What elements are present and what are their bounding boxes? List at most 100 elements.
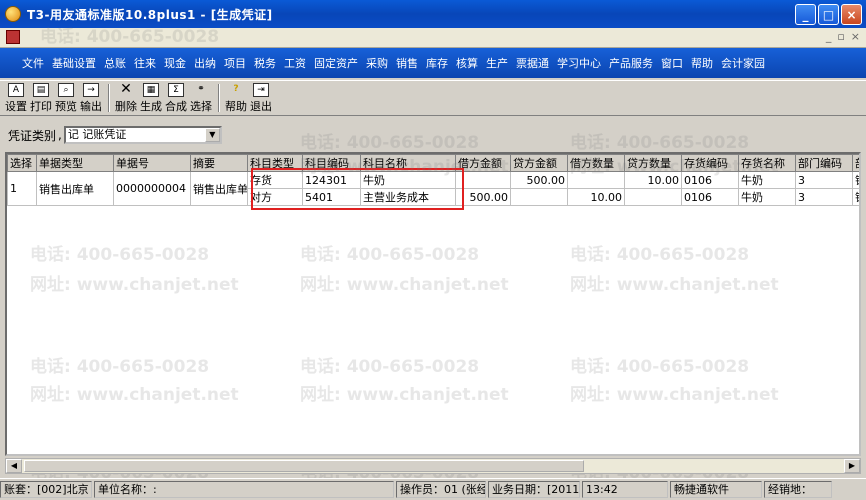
- delete-icon: ✕: [120, 81, 132, 97]
- col-header-dept-code[interactable]: 部门编码: [795, 154, 853, 172]
- printer-icon: ▤: [33, 83, 49, 97]
- col-header-inv-code[interactable]: 存货编码: [681, 154, 739, 172]
- scroll-thumb[interactable]: [24, 460, 584, 472]
- cell-inv-code[interactable]: 0106: [681, 171, 739, 189]
- grid-header-row: 选择 单据类型 单据号 摘要 科目类型 科目编码 科目名称 借方金额 贷方金额 …: [7, 154, 859, 172]
- cell-credit[interactable]: [510, 188, 568, 206]
- voucher-type-label: 凭证类别: [8, 128, 57, 143]
- menu-project[interactable]: 项目: [220, 55, 250, 71]
- menu-help[interactable]: 帮助: [687, 55, 717, 71]
- menu-general-ledger[interactable]: 总账: [100, 55, 130, 71]
- menu-purchase[interactable]: 采购: [362, 55, 392, 71]
- preview-button[interactable]: ⌕ 预览: [54, 82, 78, 114]
- cell-select[interactable]: 1: [7, 171, 37, 206]
- col-header-credit[interactable]: 贷方金额: [510, 154, 568, 172]
- help-label: 帮助: [225, 100, 247, 113]
- horizontal-scrollbar[interactable]: ◀ ▶: [5, 458, 861, 474]
- cell-subject-name[interactable]: 牛奶: [360, 171, 456, 189]
- help-button[interactable]: ? 帮助: [224, 82, 248, 114]
- menu-fixed-assets[interactable]: 固定资产: [310, 55, 362, 71]
- export-button[interactable]: → 输出: [79, 82, 103, 114]
- cell-inv-name[interactable]: 牛奶: [738, 171, 796, 189]
- merge-button[interactable]: Σ 合成: [164, 82, 188, 114]
- menu-payroll[interactable]: 工资: [280, 55, 310, 71]
- cell-doc-type[interactable]: 销售出库单: [36, 171, 114, 206]
- delete-button[interactable]: ✕ 删除: [114, 82, 138, 114]
- mdi-restore-icon[interactable]: ▫: [837, 30, 844, 43]
- menu-cash[interactable]: 现金: [160, 55, 190, 71]
- col-header-debit-qty[interactable]: 借方数量: [567, 154, 625, 172]
- menu-basic-settings[interactable]: 基础设置: [48, 55, 100, 71]
- menu-tax[interactable]: 税务: [250, 55, 280, 71]
- cell-subject-name[interactable]: 主营业务成本: [360, 188, 456, 206]
- settings-icon: A: [8, 83, 24, 97]
- select-button[interactable]: ⚭ 选择: [189, 82, 213, 114]
- menu-window[interactable]: 窗口: [657, 55, 687, 71]
- mdi-child-bar: _ ▫ ×: [0, 28, 866, 48]
- menu-accounting-home[interactable]: 会计家园: [717, 55, 769, 71]
- menu-inventory[interactable]: 库存: [422, 55, 452, 71]
- menu-file[interactable]: 文件: [18, 55, 48, 71]
- voucher-type-select[interactable]: 记 记账凭证 ▼: [63, 126, 222, 144]
- cell-subject-code[interactable]: 124301: [302, 171, 361, 189]
- cell-subject-type[interactable]: 对方: [247, 188, 303, 206]
- mdi-close-icon[interactable]: ×: [851, 30, 860, 43]
- close-icon[interactable]: ×: [841, 4, 862, 25]
- settings-button[interactable]: A 设置: [4, 82, 28, 114]
- delete-label: 删除: [115, 100, 137, 113]
- cell-debit-qty[interactable]: [567, 171, 625, 189]
- voucher-type-value: 记 记账凭证: [67, 128, 127, 141]
- cell-credit-qty[interactable]: 10.00: [624, 171, 682, 189]
- export-icon: →: [83, 83, 99, 97]
- cell-doc-no[interactable]: 0000000004: [113, 171, 191, 206]
- toolbar: A 设置 ▤ 打印 ⌕ 预览 → 输出 ✕ 删除 ▦ 生成 Σ 合成 ⚭ 选择 …: [0, 80, 866, 116]
- cell-inv-name[interactable]: 牛奶: [738, 188, 796, 206]
- print-button[interactable]: ▤ 打印: [29, 82, 53, 114]
- cell-extra[interactable]: 销: [852, 171, 859, 189]
- cell-summary[interactable]: 销售出库单: [190, 171, 248, 206]
- menu-bills[interactable]: 票据通: [512, 55, 553, 71]
- cell-extra[interactable]: 销: [852, 188, 859, 206]
- minimize-icon[interactable]: _: [795, 4, 816, 25]
- menu-product-service[interactable]: 产品服务: [605, 55, 657, 71]
- menu-production[interactable]: 生产: [482, 55, 512, 71]
- exit-button[interactable]: ⇥ 退出: [249, 82, 273, 114]
- cell-debit[interactable]: 500.00: [455, 188, 511, 206]
- cell-dept-code[interactable]: 3: [795, 188, 853, 206]
- menu-receivables[interactable]: 往来: [130, 55, 160, 71]
- col-header-doc-type[interactable]: 单据类型: [36, 154, 114, 172]
- menu-sales[interactable]: 销售: [392, 55, 422, 71]
- generate-icon: ▦: [143, 83, 159, 97]
- col-header-debit[interactable]: 借方金额: [455, 154, 511, 172]
- col-header-subject-name[interactable]: 科目名称: [360, 154, 456, 172]
- cell-credit[interactable]: 500.00: [510, 171, 568, 189]
- table-row[interactable]: 1 销售出库单 0000000004 销售出库单 存货 124301 牛奶 50…: [7, 171, 859, 206]
- binoculars-icon: ⚭: [197, 84, 205, 94]
- status-bar: 账套：[002]北京 单位名称：: 操作员：01 (张经 业务日期：[2011 …: [0, 478, 866, 500]
- maximize-icon[interactable]: □: [818, 4, 839, 25]
- chevron-down-icon[interactable]: ▼: [204, 128, 220, 142]
- col-header-credit-qty[interactable]: 贷方数量: [624, 154, 682, 172]
- cell-subject-code[interactable]: 5401: [302, 188, 361, 206]
- document-icon: [6, 30, 20, 44]
- generate-button[interactable]: ▦ 生成: [139, 82, 163, 114]
- cell-credit-qty[interactable]: [624, 188, 682, 206]
- menu-costing[interactable]: 核算: [452, 55, 482, 71]
- cell-dept-code[interactable]: 3: [795, 171, 853, 189]
- col-header-subject-type[interactable]: 科目类型: [247, 154, 303, 172]
- mdi-minimize-icon[interactable]: _: [826, 30, 832, 43]
- col-header-subject-code[interactable]: 科目编码: [302, 154, 361, 172]
- col-header-select[interactable]: 选择: [7, 154, 37, 172]
- col-header-doc-no[interactable]: 单据号: [113, 154, 191, 172]
- cell-debit-qty[interactable]: 10.00: [567, 188, 625, 206]
- scroll-left-icon[interactable]: ◀: [6, 459, 22, 473]
- scroll-right-icon[interactable]: ▶: [844, 459, 860, 473]
- col-header-extra[interactable]: 部: [852, 154, 859, 172]
- cell-subject-type[interactable]: 存货: [247, 171, 303, 189]
- col-header-summary[interactable]: 摘要: [190, 154, 248, 172]
- col-header-inv-name[interactable]: 存货名称: [738, 154, 796, 172]
- cell-debit[interactable]: [455, 171, 511, 189]
- menu-learning-center[interactable]: 学习中心: [553, 55, 605, 71]
- cell-inv-code[interactable]: 0106: [681, 188, 739, 206]
- menu-cashier[interactable]: 出纳: [190, 55, 220, 71]
